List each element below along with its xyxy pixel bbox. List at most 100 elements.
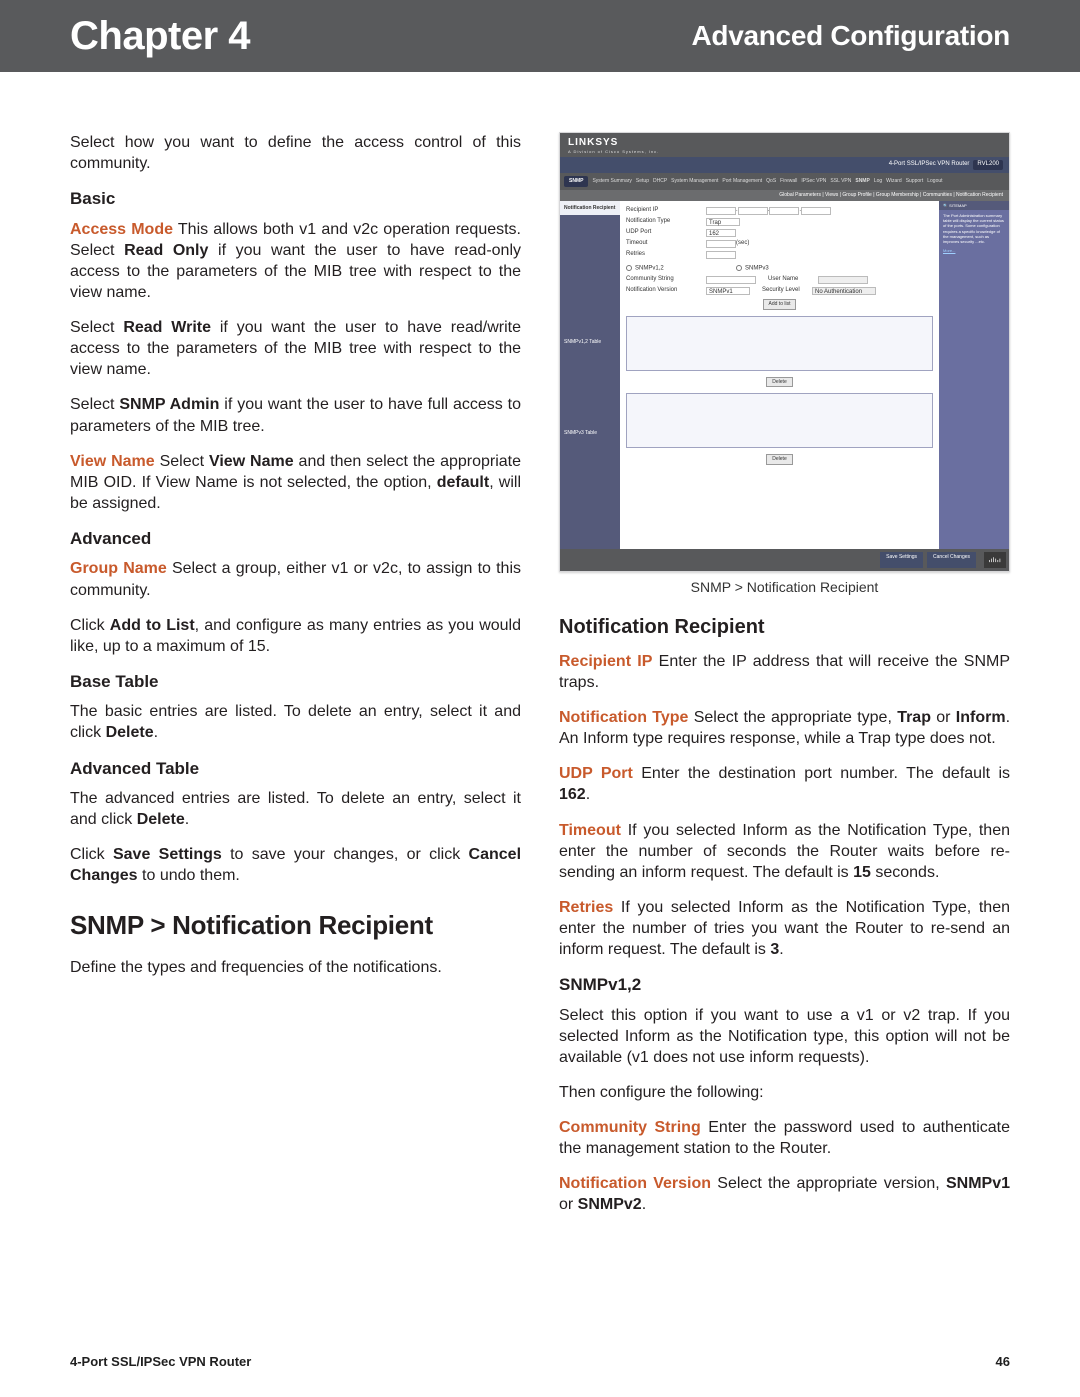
view-name-bold: View Name	[209, 453, 294, 470]
tab[interactable]: Port Management	[722, 178, 762, 185]
base-table-heading: Base Table	[70, 671, 521, 693]
text: Select the appropriate type,	[688, 709, 897, 726]
linksys-logo: LINKSYS A Division of Cisco Systems, Inc…	[560, 133, 1009, 157]
tab[interactable]: Wizard	[886, 178, 902, 185]
router-screenshot: LINKSYS A Division of Cisco Systems, Inc…	[559, 132, 1010, 572]
radio-v12[interactable]	[626, 265, 632, 271]
section-title: Advanced Configuration	[691, 20, 1010, 52]
sub-tabs: Global Parameters | Views | Group Profil…	[560, 190, 1009, 201]
retries-input[interactable]	[706, 251, 736, 259]
chapter-header: Chapter 4 Advanced Configuration	[0, 0, 1080, 72]
top-tabs: SNMP System Summary Setup DHCP System Ma…	[560, 173, 1009, 190]
cs-input[interactable]	[706, 276, 756, 284]
lbl-sl: Security Level	[762, 287, 812, 295]
lbl-un: User Name	[768, 276, 818, 284]
notification-type-term: Notification Type	[559, 709, 688, 726]
tab[interactable]: DHCP	[653, 178, 667, 185]
udp-default: 162	[559, 786, 586, 803]
tab[interactable]: System Management	[671, 178, 718, 185]
more-link[interactable]: More...	[943, 248, 1005, 253]
page: Chapter 4 Advanced Configuration Select …	[0, 0, 1080, 1397]
view-name-para: View Name Select View Name and then sele…	[70, 451, 521, 514]
model-bar: 4-Port SSL/IPSec VPN Router RVL200	[560, 157, 1009, 173]
model-badge: RVL200	[973, 160, 1003, 170]
delete-label: Delete	[137, 811, 185, 828]
timeout-input[interactable]	[706, 240, 736, 248]
udp-input[interactable]: 162	[706, 229, 736, 237]
tab[interactable]: SSL VPN	[830, 178, 851, 185]
notification-version-para: Notification Version Select the appropri…	[559, 1173, 1010, 1215]
tab[interactable]: IPSec VPN	[801, 178, 826, 185]
tab[interactable]: Firewall	[780, 178, 797, 185]
read-only-label: Read Only	[124, 242, 208, 259]
notification-type-para: Notification Type Select the appropriate…	[559, 707, 1010, 749]
timeout-term: Timeout	[559, 822, 621, 839]
tab[interactable]: QoS	[766, 178, 776, 185]
tab[interactable]: Logout	[927, 178, 942, 185]
ip-input[interactable]	[706, 207, 736, 215]
delete-button[interactable]: Delete	[766, 377, 792, 388]
snmp-admin-para: Select SNMP Admin if you want the user t…	[70, 394, 521, 436]
snmp-nr-heading: SNMP > Notification Recipient	[70, 908, 521, 942]
delete-label: Delete	[106, 724, 154, 741]
add-to-list-label: Add to List	[110, 617, 195, 634]
save-settings-button[interactable]: Save Settings	[880, 552, 923, 568]
text: to undo them.	[138, 867, 240, 884]
nv-select[interactable]: SNMPv1	[706, 287, 750, 295]
tab[interactable]: Setup	[636, 178, 649, 185]
snmpv2-label: SNMPv2	[578, 1196, 642, 1213]
figure-wrap: LINKSYS A Division of Cisco Systems, Inc…	[559, 132, 1010, 572]
base-table-para: The basic entries are listed. To delete …	[70, 701, 521, 743]
advanced-table-heading: Advanced Table	[70, 758, 521, 780]
text: Click	[70, 846, 113, 863]
un-input[interactable]	[818, 276, 868, 284]
lbl-r1: SNMPv1,2	[635, 265, 664, 271]
save-cancel-para: Click Save Settings to save your changes…	[70, 844, 521, 886]
text: .	[642, 1196, 646, 1213]
sitemap-title: 🔍 SITEMAP	[939, 201, 1009, 210]
lbl-udp: UDP Port	[626, 229, 706, 237]
lbl-rip: Recipient IP	[626, 207, 706, 215]
form-area: Recipient IP . . . Notification TypeTrap…	[620, 201, 939, 549]
ip-input[interactable]	[769, 207, 799, 215]
model-line: 4-Port SSL/IPSec VPN Router	[889, 161, 970, 169]
nav-item[interactable]: SNMPv3 Table	[564, 428, 616, 439]
snmpv3-list[interactable]	[626, 393, 933, 448]
right-column: LINKSYS A Division of Cisco Systems, Inc…	[559, 132, 1010, 1229]
tab[interactable]: Support	[906, 178, 924, 185]
cancel-changes-button[interactable]: Cancel Changes	[927, 552, 976, 568]
lbl-r2: SNMPv3	[745, 265, 769, 271]
ip-input[interactable]	[801, 207, 831, 215]
snmpv12-list[interactable]	[626, 316, 933, 371]
text: or	[931, 709, 956, 726]
delete-button[interactable]: Delete	[766, 454, 792, 465]
tab[interactable]: System Summary	[592, 178, 631, 185]
timeout-para: Timeout If you selected Inform as the No…	[559, 820, 1010, 883]
add-to-list-para: Click Add to List, and configure as many…	[70, 615, 521, 657]
sl-select[interactable]: No Authentication	[812, 287, 876, 295]
text: seconds.	[871, 864, 939, 881]
help-text: The Port Administration summary table wi…	[943, 213, 1005, 245]
help-pane: 🔍 SITEMAP The Port Administration summar…	[939, 201, 1009, 549]
lbl-cs: Community String	[626, 276, 706, 284]
footer-product: 4-Port SSL/IPSec VPN Router	[70, 1354, 251, 1369]
timeout-default: 15	[853, 864, 871, 881]
page-tab-active[interactable]: SNMP	[564, 176, 588, 187]
ip-input[interactable]	[738, 207, 768, 215]
radio-v3[interactable]	[736, 265, 742, 271]
group-name-term: Group Name	[70, 560, 167, 577]
nav-item[interactable]: SNMPv1,2 Table	[564, 337, 616, 348]
body: Notification Recipient SNMPv1,2 Table SN…	[560, 201, 1009, 549]
cisco-logo-icon	[984, 552, 1006, 568]
text: Select	[70, 319, 123, 336]
nt-select[interactable]: Trap	[706, 218, 740, 226]
lbl-nv: Notification Version	[626, 287, 706, 295]
tab[interactable]: Log	[874, 178, 882, 185]
nav-active[interactable]: Notification Recipient	[560, 201, 620, 216]
add-to-list-button[interactable]: Add to list	[763, 299, 797, 310]
snmpv1-label: SNMPv1	[946, 1175, 1010, 1192]
snmpv12-para2: Then configure the following:	[559, 1082, 1010, 1103]
intro-para: Select how you want to define the access…	[70, 132, 521, 174]
tab[interactable]: SNMP	[855, 178, 869, 185]
footer-page-number: 46	[996, 1354, 1010, 1369]
